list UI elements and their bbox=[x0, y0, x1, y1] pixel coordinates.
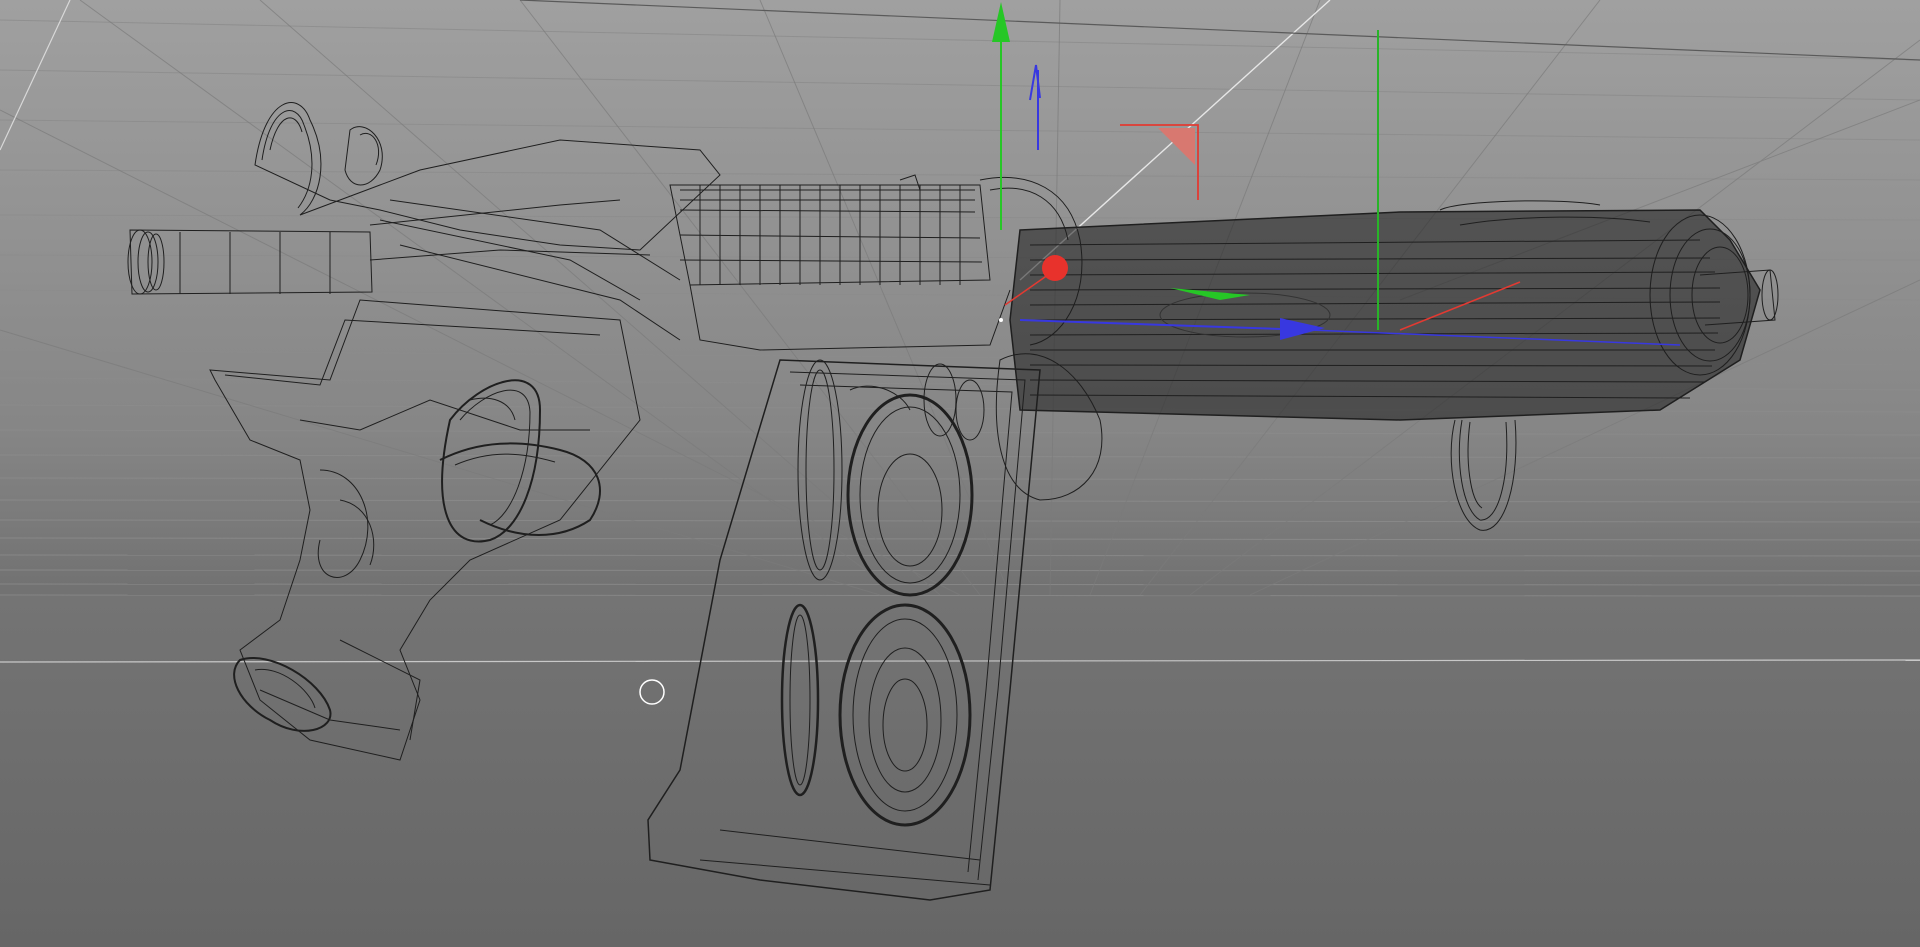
barrel[interactable] bbox=[1009, 200, 1779, 421]
3d-viewport[interactable] bbox=[0, 0, 1920, 947]
viewport-canvas[interactable] bbox=[0, 0, 1920, 947]
pivot-point[interactable] bbox=[1042, 255, 1068, 281]
